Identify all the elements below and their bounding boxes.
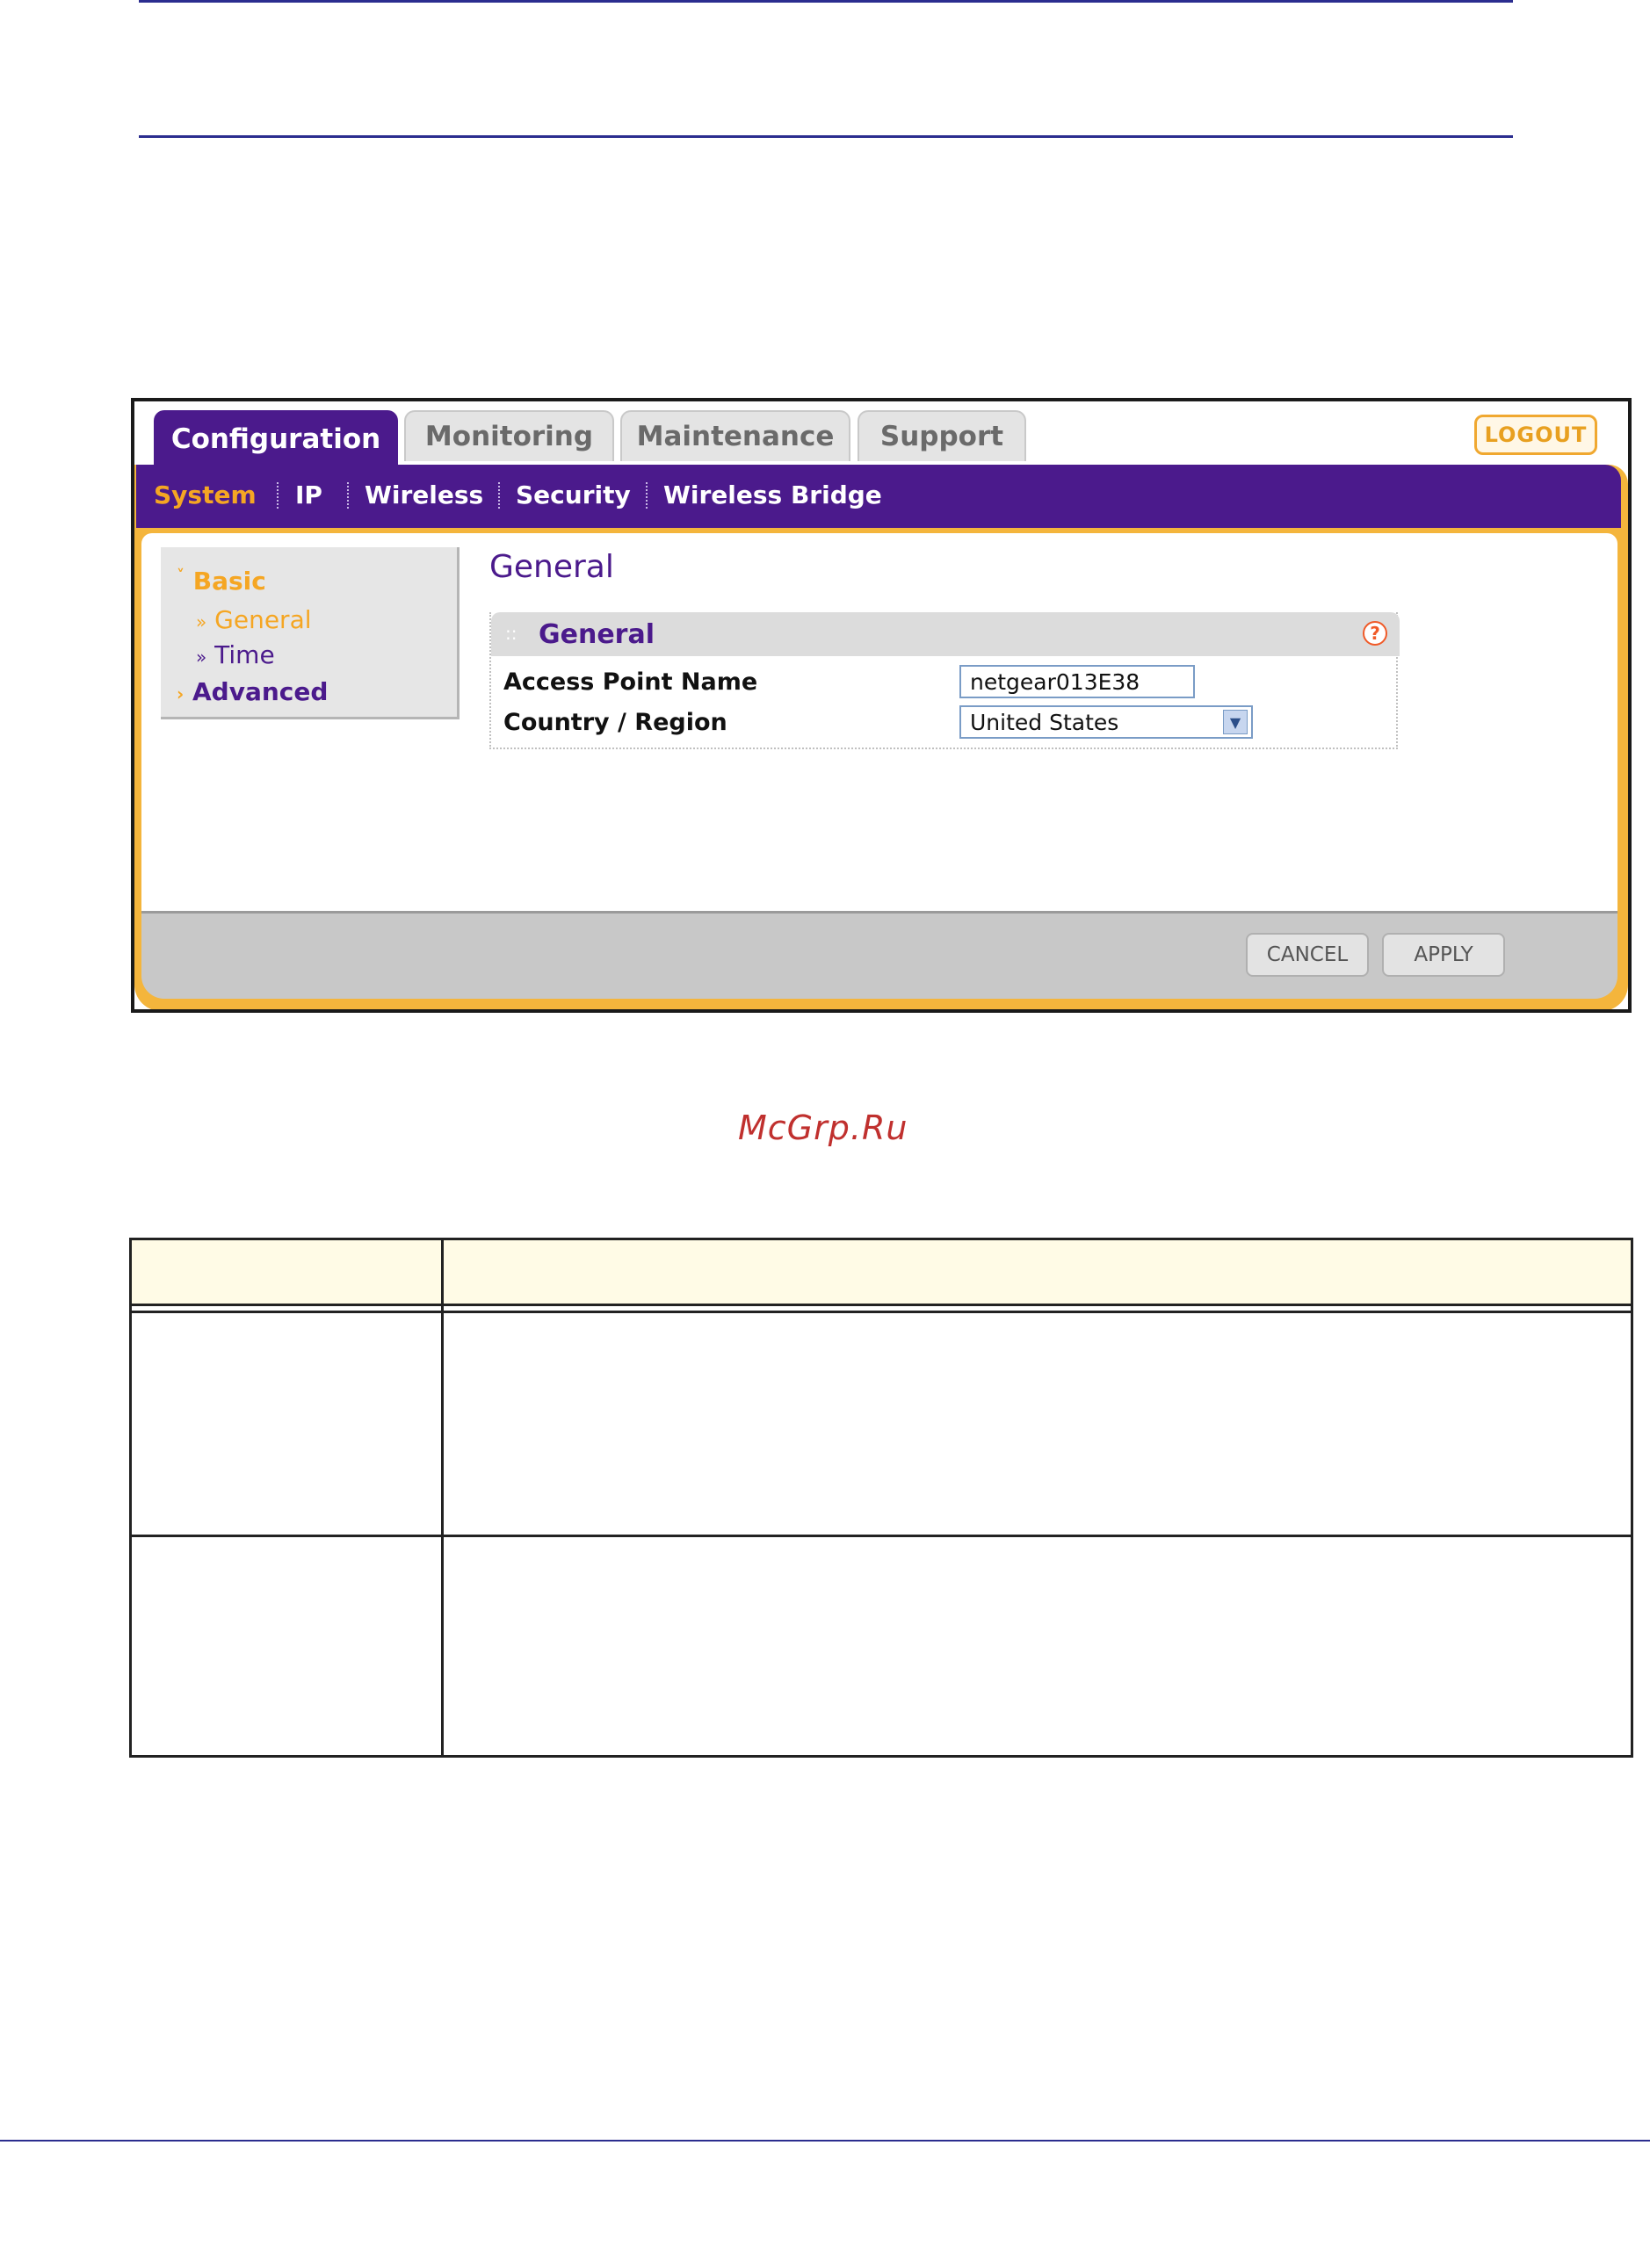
sidebar-item-time[interactable]: » Time [196,640,275,669]
subnav-divider [498,482,500,509]
subnav-bar: System IP Wireless Security Wireless Bri… [136,465,1621,528]
subnav-item-ip[interactable]: IP [295,480,322,509]
double-chevron-right-icon: » [196,646,207,668]
content-area: ˅ Basic » General » Time › Advanced Gene… [141,533,1617,911]
general-panel: :: General ? Access Point Name netgear01… [489,612,1400,749]
sidebar-item-basic[interactable]: ˅ Basic [177,567,266,596]
table-header-row [132,1240,1631,1304]
header-rule-bottom [139,135,1513,138]
subnav-item-security[interactable]: Security [516,480,631,509]
sidebar: ˅ Basic » General » Time › Advanced [161,547,460,719]
tab-maintenance[interactable]: Maintenance [620,410,850,461]
tab-monitoring[interactable]: Monitoring [404,410,614,461]
double-chevron-right-icon: » [196,611,207,632]
subnav-divider [277,482,279,509]
subnav-divider [646,482,648,509]
country-region-value: United States [970,709,1119,735]
tab-support[interactable]: Support [858,410,1026,461]
country-region-label: Country / Region [503,709,727,736]
panel-title: General [539,619,655,650]
router-ui-screenshot: Configuration Monitoring Maintenance Sup… [131,398,1632,1013]
table-divider [132,1535,1631,1537]
logout-button[interactable]: LOGOUT [1474,415,1597,455]
table-divider [132,1311,1631,1313]
footer-rule [0,2140,1650,2142]
subnav-item-wireless-bridge[interactable]: Wireless Bridge [663,480,882,509]
table-column-divider [441,1240,444,1755]
help-icon[interactable]: ? [1363,621,1387,646]
page-title: General [489,549,614,585]
subnav-item-system[interactable]: System [154,480,257,509]
country-region-select[interactable]: United States ▼ [959,705,1253,739]
header-rule-top [139,0,1513,3]
chevron-down-icon: ˅ [177,567,185,585]
main-frame: System IP Wireless Security Wireless Bri… [134,465,1628,1009]
cancel-button[interactable]: CANCEL [1246,933,1369,977]
description-table [129,1238,1633,1758]
chevron-right-icon: › [177,683,185,704]
grip-icon: :: [505,623,517,644]
sidebar-item-advanced[interactable]: › Advanced [177,677,328,706]
subnav-item-wireless[interactable]: Wireless [365,480,483,509]
table-divider [132,1304,1631,1306]
subnav-divider [347,482,349,509]
access-point-name-input[interactable]: netgear013E38 [959,665,1195,698]
action-footer: CANCEL APPLY [141,911,1617,999]
apply-button[interactable]: APPLY [1382,933,1505,977]
access-point-name-label: Access Point Name [503,668,758,696]
tab-configuration[interactable]: Configuration [154,410,398,468]
sidebar-item-general[interactable]: » General [196,605,312,634]
watermark-text: McGrp.Ru [738,1109,908,1147]
panel-header: :: General ? [491,612,1400,656]
chevron-down-icon[interactable]: ▼ [1223,710,1248,734]
